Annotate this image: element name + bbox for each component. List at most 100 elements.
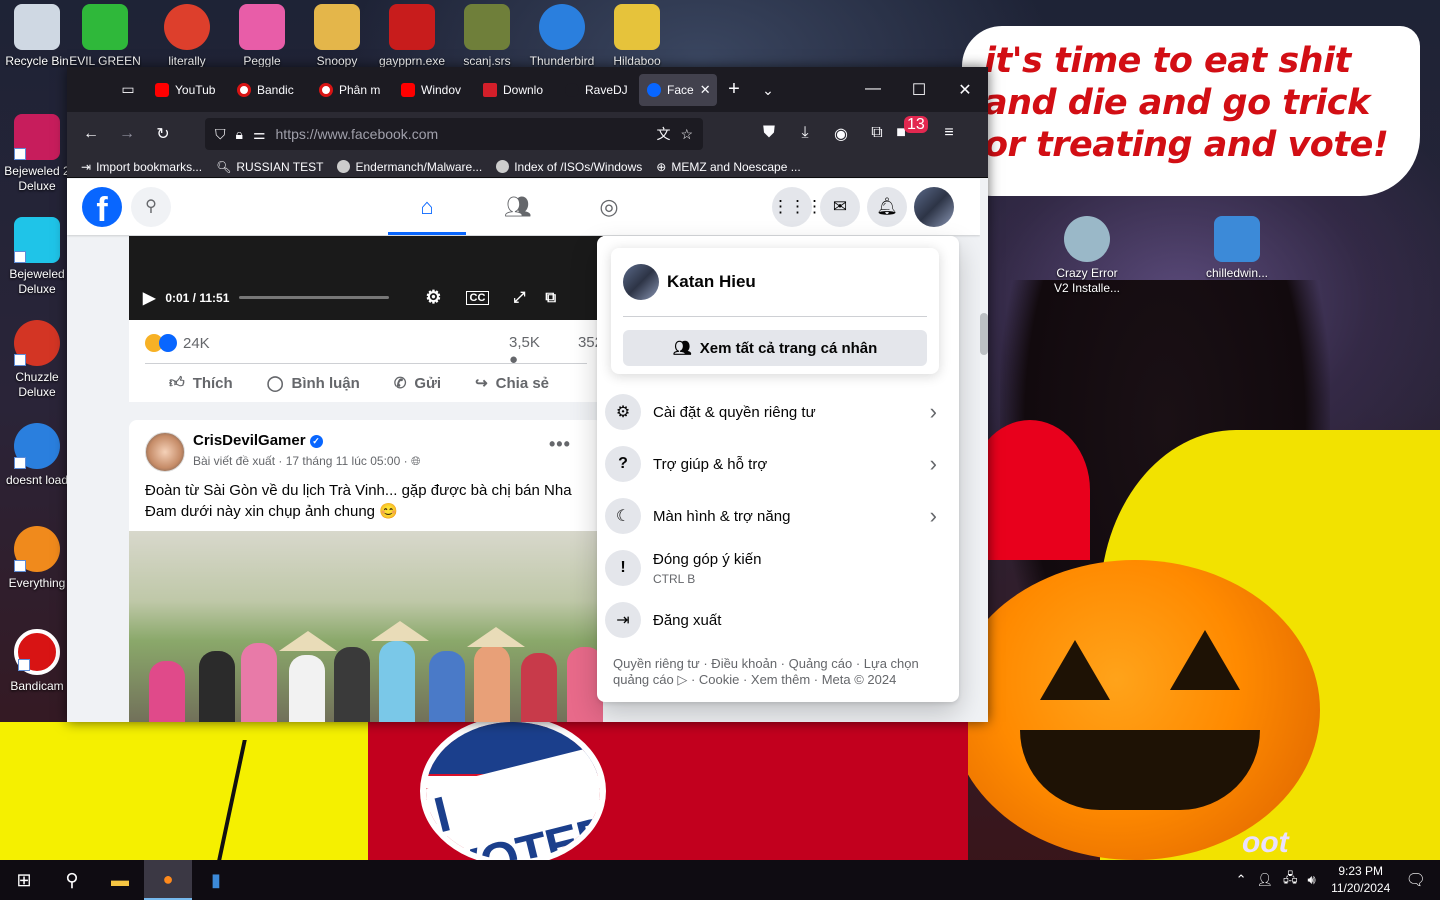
maximize-button[interactable]: ☐	[896, 80, 942, 100]
menu-item-help[interactable]: ? Trợ giúp & hỗ trợ ›	[605, 438, 945, 490]
tab-download[interactable]: Downlo	[475, 74, 557, 106]
nav-home[interactable]: ⌂	[388, 179, 466, 235]
reaction-summary[interactable]: 24K	[145, 334, 210, 352]
tab-overview-button[interactable]: ▭	[109, 74, 147, 106]
lock-icon[interactable]: 🔒︎	[236, 126, 243, 143]
desktop-icon-chilledwin[interactable]: chilledwin...	[1200, 216, 1274, 281]
desktop-icon-peggle[interactable]: Peggle	[225, 4, 299, 68]
captions-icon[interactable]: CC	[465, 290, 490, 305]
comment-button[interactable]: ◯ Bình luận	[267, 374, 360, 393]
reload-button[interactable]: ↻	[145, 124, 181, 144]
network-icon[interactable]: 🖧︎	[1283, 869, 1298, 891]
pocket-icon[interactable]: ⛊	[751, 124, 787, 144]
bookmark-memz[interactable]: ⊕ MEMZ and Noescape ...	[656, 160, 800, 174]
author-avatar[interactable]	[145, 432, 185, 472]
tab-bandicam[interactable]: Bandic	[229, 74, 311, 106]
play-icon[interactable]: ▶	[143, 288, 155, 308]
pip-icon[interactable]: ⧉	[545, 289, 556, 306]
messenger-button[interactable]: ✉	[820, 187, 860, 227]
desktop-icon-evil-green[interactable]: EVIL GREEN	[68, 4, 142, 68]
url-text[interactable]: https://www.facebook.com	[276, 126, 647, 142]
volume-icon[interactable]: 🔊︎	[1307, 872, 1315, 888]
url-bar[interactable]: ⛉ 🔒︎ ⚌ https://www.facebook.com 文 ☆	[205, 118, 703, 150]
post-more-options-button[interactable]: •••	[549, 434, 571, 455]
post-author[interactable]: CrisDevilGamer ✓	[193, 432, 323, 449]
desktop-icon-crazy-error[interactable]: Crazy Error V2 Installe...	[1050, 216, 1124, 296]
bookmark-import[interactable]: ⇥ Import bookmarks...	[81, 160, 202, 174]
people-icon[interactable]: 👤︎	[1256, 872, 1273, 888]
menu-item-logout[interactable]: ⇥ Đăng xuất	[605, 594, 945, 646]
close-window-button[interactable]: ✕	[942, 80, 988, 100]
chevron-up-icon[interactable]: ⌃	[1236, 872, 1247, 888]
like-button[interactable]: 👍︎ Thích	[169, 374, 233, 392]
notifications-button[interactable]: 🔔︎	[867, 187, 907, 227]
desktop-icon-bejeweled[interactable]: Bejeweled Deluxe	[0, 217, 74, 297]
page-scrollbar[interactable]	[980, 179, 988, 722]
video-progress-bar[interactable]	[239, 296, 390, 299]
desktop-icon-bejeweled-2[interactable]: Bejeweled 2 Deluxe	[0, 114, 74, 194]
clock[interactable]: 9:23 PM 11/20/2024	[1326, 863, 1396, 897]
new-tab-button[interactable]: +	[717, 78, 751, 101]
scrollbar-thumb[interactable]	[980, 313, 988, 355]
facebook-logo-icon[interactable]: f	[82, 187, 122, 229]
desktop-icon-chuzzle[interactable]: Chuzzle Deluxe	[0, 320, 74, 400]
desktop-icon-literally[interactable]: literally	[150, 4, 224, 68]
search-button[interactable]: ⚲	[131, 187, 171, 227]
desktop-icon-recycle-bin[interactable]: Recycle Bin	[0, 4, 74, 68]
tab-ravedj[interactable]: RaveDJ	[557, 74, 639, 106]
bookmark-endermanch[interactable]: Endermanch/Malware...	[337, 160, 482, 174]
nav-groups[interactable]: ◎	[570, 179, 648, 235]
minimize-button[interactable]: —	[850, 80, 896, 100]
account-avatar-button[interactable]	[914, 187, 954, 227]
extensions-icon[interactable]: ⧉	[859, 124, 895, 144]
fullscreen-icon[interactable]: ⤢	[513, 289, 525, 306]
desktop-icon-doesnt-load[interactable]: doesnt load	[0, 423, 74, 488]
tab-youtube[interactable]: YouTub	[147, 74, 229, 106]
tab-windows[interactable]: Windov	[393, 74, 475, 106]
bookmark-star-icon[interactable]: ☆	[680, 126, 693, 143]
notifications-icon[interactable]: 🗨︎	[1406, 870, 1426, 890]
bubble-line-2: and die and go trick	[984, 83, 1370, 123]
forward-button[interactable]: →	[109, 125, 145, 143]
menu-item-settings[interactable]: ⚙ Cài đặt & quyền riêng tư ›	[605, 386, 945, 438]
share-button[interactable]: ↪ Chia sẻ	[475, 374, 549, 393]
list-tabs-button[interactable]: ⌄	[751, 78, 785, 101]
tab-phan-mem[interactable]: Phân m	[311, 74, 393, 106]
account-icon[interactable]: ◉	[823, 124, 859, 144]
desktop-icon-flash[interactable]: gaypprn.exe	[375, 4, 449, 68]
desktop-icon-thunderbird[interactable]: Thunderbird	[525, 4, 599, 68]
post-photo[interactable]	[129, 531, 603, 722]
downloads-icon[interactable]: ⤓	[787, 124, 823, 144]
profile-name[interactable]: Katan Hieu	[667, 272, 756, 292]
close-tab-icon[interactable]: ✕	[700, 82, 711, 98]
nav-friends[interactable]: 👥︎	[479, 179, 557, 235]
send-button[interactable]: ✆ Gửi	[394, 374, 441, 393]
start-button[interactable]: ⊞	[0, 860, 48, 900]
desktop-icon-snoopy[interactable]: Snoopy	[300, 4, 374, 68]
taskbar-file-explorer[interactable]: ▬	[96, 860, 144, 900]
video-player[interactable]: ▶ 0:01 / 11:51 ⚙ CC ⤢ ⧉	[129, 236, 603, 320]
taskbar-firefox[interactable]: ●	[144, 860, 192, 900]
menu-icon[interactable]: ≡	[931, 124, 967, 144]
desktop-icon-hildaboo[interactable]: Hildaboo	[600, 4, 674, 68]
permissions-icon[interactable]: ⚌	[253, 126, 266, 143]
desktop-icon-everything[interactable]: Everything	[0, 526, 74, 591]
extension-badge-button[interactable]: ■13	[895, 116, 931, 144]
menu-footer-links[interactable]: Quyền riêng tư · Điều khoản · Quảng cáo …	[613, 656, 943, 688]
taskbar-app[interactable]: ▮	[192, 860, 240, 900]
menu-item-display[interactable]: ☾ Màn hình & trợ năng ›	[605, 490, 945, 542]
bookmark-russian-test[interactable]: 🔍︎ RUSSIAN TEST	[216, 160, 323, 174]
desktop-icon-scanj[interactable]: scanj.srs	[450, 4, 524, 68]
menu-item-feedback[interactable]: ! Đóng góp ý kiến CTRL B	[605, 542, 945, 594]
search-button[interactable]: ⚲	[48, 860, 96, 900]
shield-icon[interactable]: ⛉	[215, 126, 226, 143]
settings-icon[interactable]: ⚙	[425, 287, 441, 308]
translate-icon[interactable]: 文	[656, 124, 670, 144]
see-all-profiles-button[interactable]: 👥︎ Xem tất cả trang cá nhân	[623, 330, 927, 366]
desktop-icon-bandicam[interactable]: Bandicam	[0, 629, 74, 694]
back-button[interactable]: ←	[73, 125, 109, 143]
bookmark-isos[interactable]: Index of /ISOs/Windows	[496, 160, 642, 174]
menu-grid-button[interactable]: ⋮⋮⋮	[772, 187, 823, 227]
profile-avatar[interactable]	[623, 264, 659, 300]
tab-facebook[interactable]: Face ✕	[639, 73, 717, 106]
